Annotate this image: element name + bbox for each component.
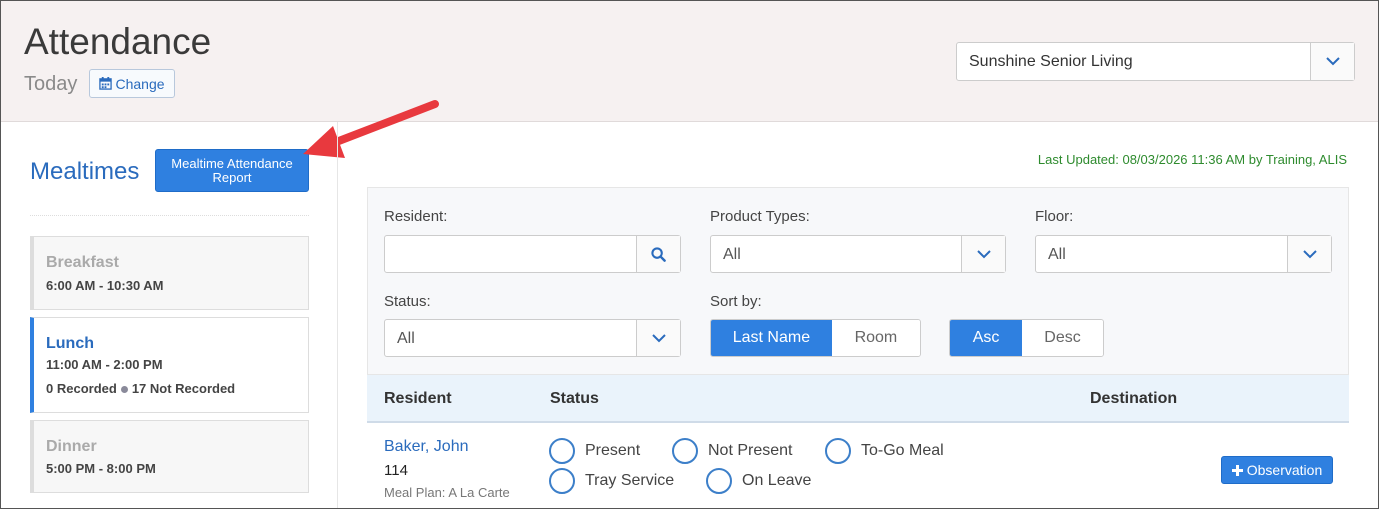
radio-circle-icon bbox=[706, 468, 732, 494]
change-date-button[interactable]: Change bbox=[89, 69, 175, 98]
sort-room-button[interactable]: Room bbox=[831, 320, 920, 356]
meal-record-summary: 0 Recorded 17 Not Recorded bbox=[46, 381, 235, 396]
status-label: Status: bbox=[384, 293, 431, 310]
status-select[interactable]: All bbox=[384, 319, 681, 357]
product-types-label: Product Types: bbox=[710, 208, 810, 225]
sort-by-toggle: Last Name Room bbox=[710, 319, 921, 357]
column-header-resident: Resident bbox=[384, 390, 452, 407]
product-types-value: All bbox=[723, 246, 741, 263]
recorded-count: 0 Recorded bbox=[46, 381, 117, 396]
meal-name: Dinner bbox=[46, 438, 97, 455]
sort-asc-button[interactable]: Asc bbox=[950, 320, 1023, 356]
add-observation-button[interactable]: Observation bbox=[1221, 456, 1333, 484]
separator-dot-icon bbox=[120, 385, 128, 393]
mealtime-attendance-report-button[interactable]: Mealtime Attendance Report bbox=[155, 149, 309, 192]
status-radio-tray-service[interactable]: Tray Service bbox=[549, 468, 674, 494]
calendar-icon bbox=[99, 77, 113, 90]
resident-search-button[interactable] bbox=[636, 236, 680, 272]
status-radio-not-present[interactable]: Not Present bbox=[672, 438, 792, 464]
radio-label: Present bbox=[585, 442, 641, 459]
page-header: Attendance Today Change Sunshine Senior … bbox=[1, 1, 1378, 122]
radio-circle-icon bbox=[549, 468, 575, 494]
meal-name: Breakfast bbox=[46, 254, 119, 271]
radio-circle-icon bbox=[672, 438, 698, 464]
search-icon bbox=[651, 246, 666, 262]
mealtimes-heading: Mealtimes bbox=[30, 158, 140, 185]
floor-label: Floor: bbox=[1035, 208, 1074, 225]
chevron-down-icon bbox=[1325, 57, 1340, 66]
floor-dropdown-toggle[interactable] bbox=[1287, 236, 1331, 272]
plus-icon bbox=[1231, 464, 1243, 476]
radio-circle-icon bbox=[825, 438, 851, 464]
table-header bbox=[367, 375, 1349, 423]
community-dropdown-toggle[interactable] bbox=[1310, 43, 1354, 80]
sort-last-name-button[interactable]: Last Name bbox=[711, 320, 832, 356]
resident-room: 114 bbox=[384, 462, 408, 479]
not-recorded-count: 17 Not Recorded bbox=[131, 381, 236, 396]
annotation-arrow-icon bbox=[303, 100, 439, 158]
radio-label: Not Present bbox=[708, 442, 793, 459]
change-label: Change bbox=[115, 75, 165, 92]
resident-meal-plan: Meal Plan: A La Carte bbox=[384, 485, 510, 500]
status-radio-present[interactable]: Present bbox=[549, 438, 640, 464]
column-header-status: Status bbox=[550, 390, 599, 407]
page-title: Attendance bbox=[24, 21, 212, 62]
meal-item-breakfast[interactable]: Breakfast 6:00 AM - 10:30 AM bbox=[30, 236, 309, 310]
community-select[interactable]: Sunshine Senior Living bbox=[956, 42, 1355, 81]
floor-select[interactable]: All bbox=[1035, 235, 1332, 273]
meal-name: Lunch bbox=[46, 335, 94, 352]
sort-desc-button[interactable]: Desc bbox=[1022, 320, 1103, 356]
radio-label: To-Go Meal bbox=[861, 442, 944, 459]
column-divider bbox=[337, 122, 338, 508]
floor-value: All bbox=[1048, 246, 1066, 263]
sort-order-toggle: Asc Desc bbox=[949, 319, 1104, 357]
column-header-destination: Destination bbox=[1090, 390, 1178, 407]
meal-item-lunch[interactable]: Lunch 11:00 AM - 2:00 PM 0 Recorded 17 No… bbox=[30, 317, 309, 413]
meal-time: 6:00 AM - 10:30 AM bbox=[46, 278, 164, 293]
meal-item-dinner[interactable]: Dinner 5:00 PM - 8:00 PM bbox=[30, 420, 309, 493]
status-value: All bbox=[397, 330, 415, 347]
meal-time: 5:00 PM - 8:00 PM bbox=[46, 461, 156, 476]
sort-by-label: Sort by: bbox=[710, 293, 762, 310]
product-types-select[interactable]: All bbox=[710, 235, 1006, 273]
chevron-down-icon bbox=[651, 333, 666, 342]
status-radio-on-leave[interactable]: On Leave bbox=[706, 468, 811, 494]
last-updated-text: Last Updated: 08/03/2026 11:36 AM by Tra… bbox=[1037, 152, 1347, 167]
radio-label: Tray Service bbox=[585, 472, 675, 489]
observation-label: Observation bbox=[1246, 462, 1323, 478]
community-value: Sunshine Senior Living bbox=[969, 53, 1133, 70]
resident-name-link[interactable]: Baker, John bbox=[384, 438, 469, 456]
app-window: Attendance Today Change Sunshine Senior … bbox=[0, 0, 1379, 509]
resident-label: Resident: bbox=[384, 208, 448, 225]
radio-label: On Leave bbox=[742, 472, 812, 489]
sidebar-divider bbox=[30, 215, 309, 216]
status-radio-to-go-meal[interactable]: To-Go Meal bbox=[825, 438, 944, 464]
resident-search-input[interactable] bbox=[384, 235, 681, 273]
product-types-dropdown-toggle[interactable] bbox=[961, 236, 1005, 272]
date-label: Today bbox=[24, 73, 78, 95]
chevron-down-icon bbox=[976, 249, 991, 258]
chevron-down-icon bbox=[1302, 249, 1317, 258]
meal-time: 11:00 AM - 2:00 PM bbox=[46, 357, 163, 372]
status-dropdown-toggle[interactable] bbox=[636, 320, 680, 356]
radio-circle-icon bbox=[549, 438, 575, 464]
